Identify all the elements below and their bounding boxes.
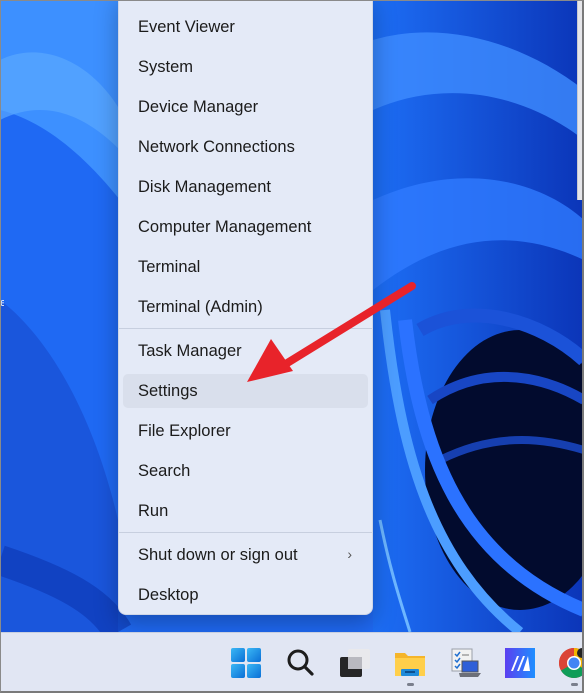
menu-item-terminal-admin[interactable]: Terminal (Admin) bbox=[123, 290, 368, 324]
menu-separator bbox=[119, 532, 372, 533]
menu-item-disk-management[interactable]: Disk Management bbox=[123, 170, 368, 204]
menu-item-label: Terminal (Admin) bbox=[138, 297, 263, 316]
menu-item-shut-down-or-sign-out[interactable]: Shut down or sign out › bbox=[123, 538, 368, 572]
search-icon[interactable] bbox=[284, 647, 316, 679]
menu-item-label: Computer Management bbox=[138, 217, 312, 236]
menu-item-label: System bbox=[138, 57, 194, 76]
desktop-icon-fragment: e bbox=[0, 297, 4, 309]
menu-item-label: Settings bbox=[138, 381, 198, 400]
windows-logo-icon[interactable] bbox=[230, 647, 262, 679]
checklist-laptop-icon[interactable] bbox=[449, 647, 481, 679]
menu-item-terminal[interactable]: Terminal bbox=[123, 250, 368, 284]
menu-item-event-viewer[interactable]: Event Viewer bbox=[123, 10, 368, 44]
ma-app-icon[interactable] bbox=[504, 647, 536, 679]
menu-item-computer-management[interactable]: Computer Management bbox=[123, 210, 368, 244]
menu-item-device-manager[interactable]: Device Manager bbox=[123, 90, 368, 124]
menu-item-search[interactable]: Search bbox=[123, 454, 368, 488]
menu-item-task-manager[interactable]: Task Manager bbox=[123, 334, 368, 368]
menu-item-label: Search bbox=[138, 461, 191, 480]
folder-icon[interactable] bbox=[394, 647, 426, 679]
running-indicator bbox=[407, 683, 414, 686]
menu-item-label: Task Manager bbox=[138, 341, 242, 360]
task-view-icon[interactable] bbox=[339, 647, 371, 679]
menu-item-file-explorer[interactable]: File Explorer bbox=[123, 414, 368, 448]
menu-item-settings[interactable]: Settings bbox=[123, 374, 368, 408]
running-indicator bbox=[571, 683, 578, 686]
chrome-icon[interactable] bbox=[558, 647, 584, 679]
taskbar bbox=[0, 632, 584, 693]
menu-item-label: Disk Management bbox=[138, 177, 271, 196]
menu-item-label: File Explorer bbox=[138, 421, 231, 440]
chevron-right-icon: › bbox=[347, 546, 352, 562]
menu-item-system[interactable]: System bbox=[123, 50, 368, 84]
menu-item-desktop[interactable]: Desktop bbox=[123, 578, 368, 612]
menu-item-label: Event Viewer bbox=[138, 17, 235, 36]
menu-item-network-connections[interactable]: Network Connections bbox=[123, 130, 368, 164]
menu-item-run[interactable]: Run bbox=[123, 494, 368, 528]
menu-item-label: Run bbox=[138, 501, 169, 520]
menu-item-label: Network Connections bbox=[138, 137, 295, 156]
menu-item-label: Desktop bbox=[138, 585, 199, 604]
menu-separator bbox=[119, 328, 372, 329]
menu-item-label: Device Manager bbox=[138, 97, 259, 116]
menu-item-label: Terminal bbox=[138, 257, 201, 276]
menu-item-label: Shut down or sign out bbox=[138, 545, 298, 564]
background-window-edge bbox=[577, 0, 584, 200]
quick-link-context-menu: Event Viewer System Device Manager Netwo… bbox=[118, 0, 373, 615]
